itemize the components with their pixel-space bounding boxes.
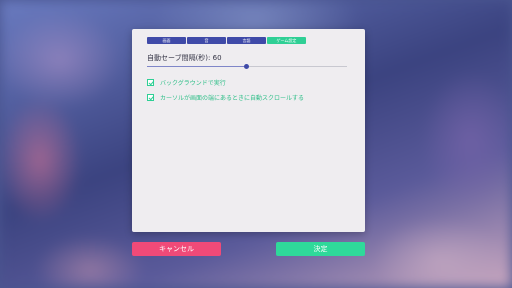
tab-sound[interactable]: 音 <box>187 37 226 44</box>
checkbox-run-in-background[interactable] <box>147 79 154 86</box>
checkbox-edge-autoscroll[interactable] <box>147 94 154 101</box>
tab-display[interactable]: 画面 <box>147 37 186 44</box>
autosave-interval-label: 自動セーブ間隔(秒): 60 <box>147 54 222 62</box>
option-label: カーソルが画面の端にあるときに自動スクロールする <box>160 95 305 102</box>
cancel-button[interactable]: キャンセル <box>132 242 221 256</box>
tab-game-settings[interactable]: ゲーム設定 <box>267 37 306 44</box>
option-edge-autoscroll[interactable]: カーソルが画面の端にあるときに自動スクロールする <box>147 93 304 102</box>
autosave-slider-thumb[interactable] <box>243 64 249 69</box>
autosave-slider-fill <box>147 66 246 67</box>
autosave-slider[interactable] <box>147 64 347 69</box>
ok-button[interactable]: 決定 <box>276 242 365 256</box>
option-label: バックグラウンドで実行 <box>160 80 226 87</box>
option-run-in-background[interactable]: バックグラウンドで実行 <box>147 78 226 87</box>
tab-language[interactable]: 言語 <box>227 37 266 44</box>
settings-tabs: 画面 音 言語 ゲーム設定 <box>147 37 306 44</box>
